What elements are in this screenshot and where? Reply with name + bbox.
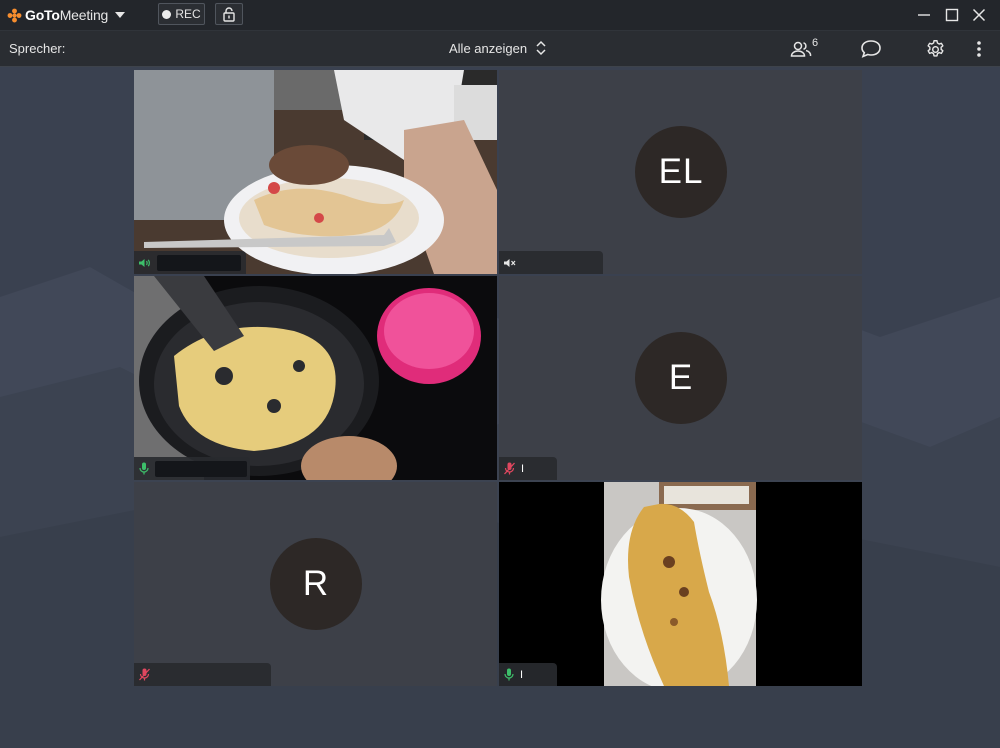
participant-tile[interactable]: E I xyxy=(499,276,862,480)
video-grid: EL E I R I xyxy=(134,70,863,686)
participants-button[interactable]: 6 xyxy=(790,37,822,60)
participant-count: 6 xyxy=(812,37,819,49)
more-options-button[interactable] xyxy=(972,38,986,60)
view-mode-select[interactable]: Alle anzeigen xyxy=(449,40,546,56)
participant-nameplate xyxy=(499,251,603,274)
maximize-button[interactable] xyxy=(942,5,962,25)
participant-name: I xyxy=(521,462,525,475)
participant-name-redacted xyxy=(157,254,241,271)
minimize-icon xyxy=(918,14,930,16)
participant-avatar: E xyxy=(635,332,727,424)
maximize-icon xyxy=(945,8,959,22)
record-label: REC xyxy=(175,7,201,21)
participant-video xyxy=(134,276,497,480)
microphone-muted-icon xyxy=(139,668,150,681)
gotomeeting-logo-icon xyxy=(7,8,22,22)
participant-nameplate: I xyxy=(499,663,557,686)
participant-avatar: R xyxy=(270,538,362,630)
close-icon xyxy=(972,8,986,22)
participant-nameplate: I xyxy=(499,457,557,480)
unlock-icon xyxy=(223,6,235,22)
record-dot-icon xyxy=(162,9,172,19)
participant-name-redacted xyxy=(155,460,247,477)
participant-nameplate xyxy=(134,251,246,274)
participant-nameplate xyxy=(134,457,250,480)
record-button[interactable]: REC xyxy=(158,3,205,25)
participant-tile[interactable]: I xyxy=(499,482,862,686)
participant-tile[interactable] xyxy=(134,276,497,480)
participants-icon xyxy=(790,41,812,57)
chat-button[interactable] xyxy=(859,38,883,60)
speaker-label: Sprecher: xyxy=(9,41,66,56)
speaker-muted-icon xyxy=(504,258,516,267)
microphone-icon xyxy=(504,668,514,681)
gear-icon xyxy=(926,39,944,57)
more-vertical-icon xyxy=(977,41,981,57)
view-mode-label: Alle anzeigen xyxy=(449,40,528,56)
participant-avatar: EL xyxy=(635,126,727,218)
settings-button[interactable] xyxy=(923,38,947,60)
participant-tile[interactable]: EL xyxy=(499,70,862,274)
participant-video xyxy=(134,70,497,274)
title-bar: GoTo Meeting REC xyxy=(0,0,1000,31)
participant-video xyxy=(499,482,862,686)
speaker-wave-icon xyxy=(139,258,150,267)
close-window-button[interactable] xyxy=(969,5,989,25)
minimize-button[interactable] xyxy=(914,5,934,25)
participant-tile[interactable] xyxy=(134,70,497,274)
brand-name-light: Meeting xyxy=(59,7,109,23)
chevron-up-down-icon xyxy=(536,40,546,56)
meeting-toolbar: Sprecher: Alle anzeigen 6 xyxy=(0,31,1000,67)
chat-bubble-icon xyxy=(861,40,881,58)
brand-name-bold: GoTo xyxy=(25,7,60,23)
participant-name: I xyxy=(520,668,524,681)
app-logo[interactable]: GoTo Meeting xyxy=(7,0,126,31)
lock-meeting-button[interactable] xyxy=(215,3,243,25)
participant-tile[interactable]: R xyxy=(134,482,497,686)
microphone-muted-icon xyxy=(504,462,515,475)
microphone-icon xyxy=(139,462,149,475)
participant-nameplate xyxy=(134,663,271,686)
caret-down-icon xyxy=(115,12,126,18)
